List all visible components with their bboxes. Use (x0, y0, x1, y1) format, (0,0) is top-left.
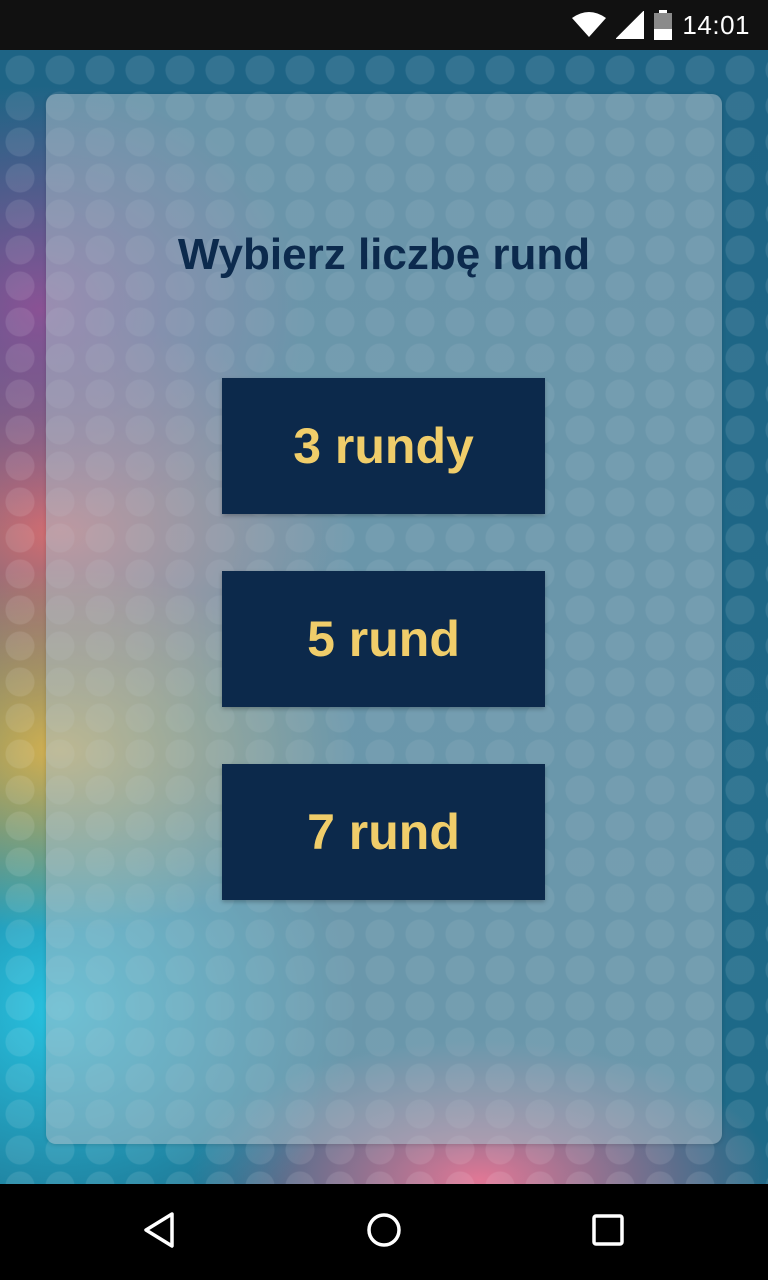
five-rounds-button[interactable]: 5 rund (222, 571, 545, 707)
battery-icon (654, 10, 673, 40)
three-rounds-button[interactable]: 3 rundy (222, 378, 545, 514)
navigation-bar (0, 1184, 768, 1280)
home-button[interactable] (336, 1184, 432, 1280)
status-icons: 14:01 (572, 0, 768, 50)
back-button[interactable] (112, 1184, 208, 1280)
status-bar: 14:01 (0, 0, 768, 50)
wifi-icon (572, 12, 607, 38)
recents-button[interactable] (560, 1184, 656, 1280)
back-icon (140, 1210, 180, 1255)
home-icon (364, 1210, 404, 1255)
signal-icon (616, 11, 645, 39)
recents-icon (588, 1210, 628, 1255)
page-title: Wybierz liczbę rund (177, 230, 591, 279)
status-clock: 14:01 (682, 9, 750, 40)
seven-rounds-button[interactable]: 7 rund (222, 764, 545, 900)
